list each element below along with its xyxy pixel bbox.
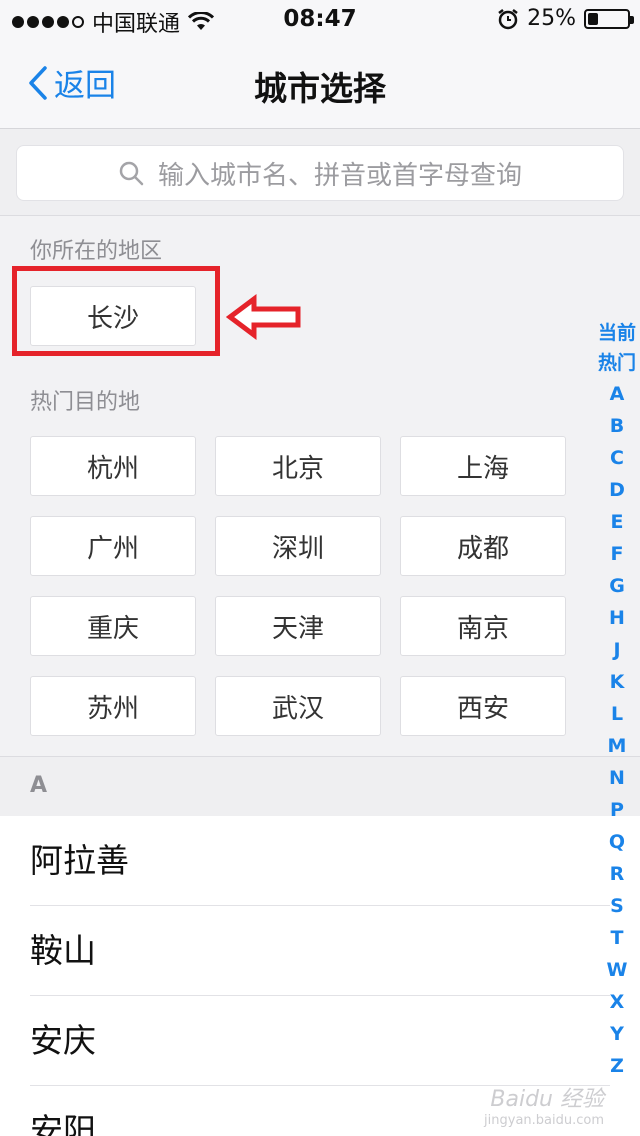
index-letter[interactable]: L: [611, 698, 623, 730]
alphabet-index[interactable]: 当前 热门 ABCDEFGHJKLMNPQRSTWXYZ: [594, 318, 640, 1082]
hot-city-button[interactable]: 西安: [400, 676, 566, 736]
index-letter[interactable]: A: [610, 378, 625, 410]
status-bar: 中国联通 08:47 25%: [0, 0, 640, 40]
index-letter[interactable]: Q: [609, 826, 625, 858]
hot-city-button[interactable]: 北京: [215, 436, 381, 496]
watermark-url: jingyan.baidu.com: [484, 1113, 604, 1128]
index-letter[interactable]: T: [611, 922, 624, 954]
search-input[interactable]: 输入城市名、拼音或首字母查询: [16, 145, 624, 201]
hot-city-button[interactable]: 苏州: [30, 676, 196, 736]
city-list-item[interactable]: 安庆: [30, 996, 610, 1086]
index-letter[interactable]: Y: [610, 1018, 624, 1050]
city-list-item[interactable]: 阿拉善: [30, 816, 610, 906]
watermark: Baidu 经验 jingyan.baidu.com: [484, 1081, 604, 1128]
hot-city-button[interactable]: 武汉: [215, 676, 381, 736]
index-letter[interactable]: W: [607, 954, 628, 986]
index-letter[interactable]: Z: [610, 1050, 624, 1082]
index-current[interactable]: 当前: [598, 318, 636, 348]
index-letter[interactable]: C: [610, 442, 624, 474]
status-right: 25%: [497, 6, 634, 31]
hot-city-button[interactable]: 上海: [400, 436, 566, 496]
hot-city-button[interactable]: 成都: [400, 516, 566, 576]
index-letter[interactable]: P: [610, 794, 624, 826]
hot-city-button[interactable]: 重庆: [30, 596, 196, 656]
search-icon: [119, 161, 144, 186]
hot-city-button[interactable]: 南京: [400, 596, 566, 656]
battery-icon: [584, 8, 634, 29]
alarm-icon: [498, 8, 518, 29]
location-section-label: 你所在的地区: [30, 239, 163, 264]
hot-city-button[interactable]: 广州: [30, 516, 196, 576]
index-letter[interactable]: H: [609, 602, 625, 634]
list-section-letter: A: [30, 773, 48, 798]
index-letter[interactable]: G: [609, 570, 625, 602]
index-letter[interactable]: M: [608, 730, 627, 762]
watermark-brand: Baidu 经验: [490, 1087, 604, 1112]
index-hot[interactable]: 热门: [598, 348, 636, 378]
battery-percent: 25%: [527, 6, 576, 31]
index-letter[interactable]: X: [610, 986, 625, 1018]
list-section-header: A: [0, 756, 640, 817]
navigation-bar: 返回 城市选择: [0, 40, 640, 129]
index-letter[interactable]: R: [610, 858, 625, 890]
hot-section-label: 热门目的地: [30, 390, 141, 415]
index-letter[interactable]: F: [611, 538, 624, 570]
index-letter[interactable]: J: [613, 634, 620, 666]
index-letter[interactable]: S: [610, 890, 624, 922]
city-list-item[interactable]: 鞍山: [30, 906, 610, 996]
index-letter[interactable]: K: [610, 666, 625, 698]
hot-city-button[interactable]: 深圳: [215, 516, 381, 576]
hot-city-button[interactable]: 天津: [215, 596, 381, 656]
annotation-highlight-box: [12, 266, 220, 356]
annotation-arrow-icon: [226, 294, 301, 340]
hot-city-button[interactable]: 杭州: [30, 436, 196, 496]
index-letter[interactable]: E: [611, 506, 624, 538]
search-area: 输入城市名、拼音或首字母查询: [0, 129, 640, 216]
search-placeholder: 输入城市名、拼音或首字母查询: [157, 160, 522, 191]
index-letter[interactable]: D: [609, 474, 625, 506]
index-letter[interactable]: N: [609, 762, 625, 794]
page-title: 城市选择: [254, 69, 386, 108]
index-letter[interactable]: B: [610, 410, 624, 442]
